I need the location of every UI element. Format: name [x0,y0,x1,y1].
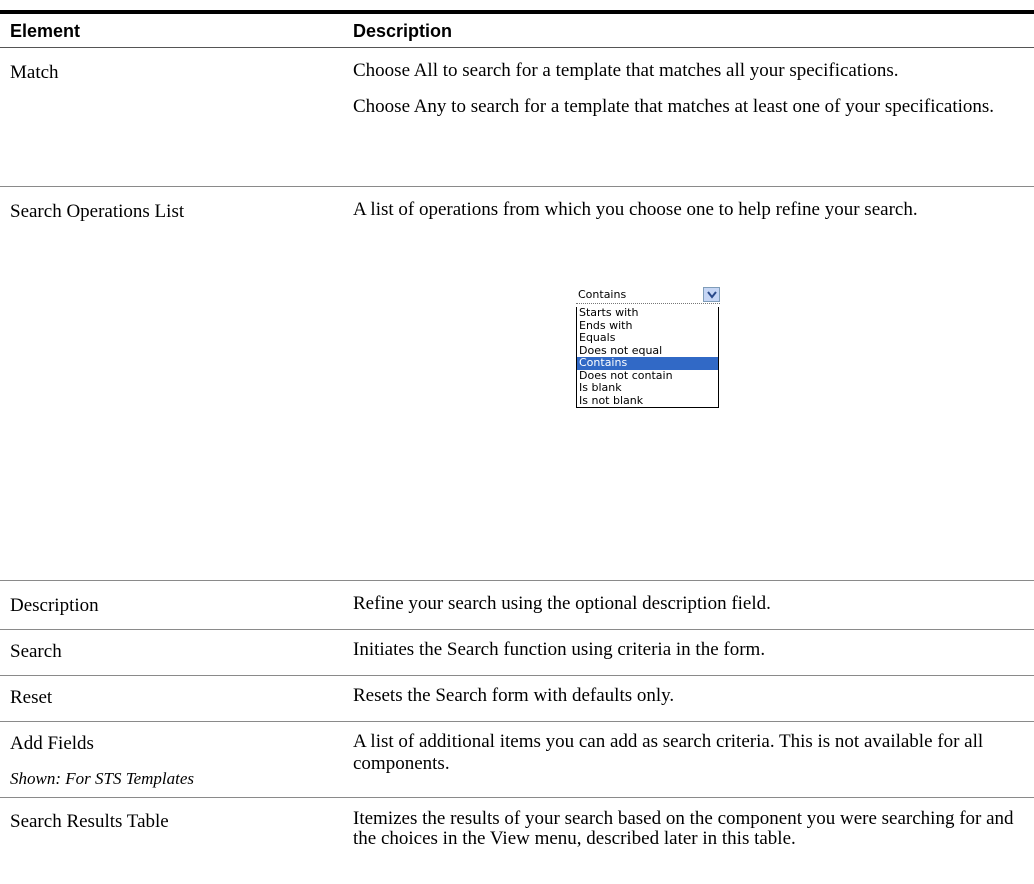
element-cell: Search Results Table [10,811,169,832]
description-paragraph: Choose Any to search for a template that… [353,96,995,117]
operations-options-list: Starts with Ends with Equals Does not eq… [576,306,719,408]
row-rule [0,721,1034,722]
shown-note: Shown: For STS Templates [10,769,195,788]
operation-option-selected[interactable]: Contains [577,356,718,370]
operation-option[interactable]: Is blank [577,381,718,395]
row-rule [0,675,1034,676]
row-rule [0,797,1034,798]
element-cell: Add Fields Shown: For STS Templates [10,731,330,791]
description-cell: Itemizes the results of your search base… [353,809,1023,849]
row-rule [0,186,1034,187]
description-cell: Initiates the Search function using crit… [353,639,1023,661]
description-paragraph: Resets the Search form with defaults onl… [353,685,675,706]
description-paragraph: A list of operations from which you choo… [353,199,918,220]
description-paragraph: Choose All to search for a template that… [353,60,899,81]
element-description-table: Element Description Match Choose All to … [0,0,1034,884]
operation-option[interactable]: Is not blank [577,394,718,408]
description-paragraph: Refine your search using the optional de… [353,593,771,614]
element-name: Add Fields [10,733,94,754]
element-cell: Search [10,641,62,662]
operation-option[interactable]: Starts with [577,306,718,320]
row-rule [0,629,1034,630]
operation-option[interactable]: Equals [577,331,718,345]
description-cell: A list of operations from which you choo… [353,199,1023,221]
element-cell: Search Operations List [10,201,185,222]
table-header-row: Element Description [0,14,1034,48]
element-cell: Match [10,62,59,83]
description-cell: Resets the Search form with defaults onl… [353,685,1023,707]
description-paragraph: Initiates the Search function using crit… [353,639,766,660]
header-rule [0,47,1034,48]
row-rule [0,580,1034,581]
operations-select[interactable]: Contains [576,287,720,304]
description-paragraph: Itemizes the results of your search base… [353,808,1014,849]
element-cell: Reset [10,687,53,708]
description-cell: Choose All to search for a template that… [353,60,1023,118]
dropdown-button[interactable] [703,287,720,302]
search-operations-dropdown: Contains Starts with Ends with Equals Do… [576,287,720,408]
column-header-element: Element [10,21,81,41]
operations-selected-value: Contains [578,288,627,301]
chevron-down-icon [707,291,717,299]
description-cell: Refine your search using the optional de… [353,593,1023,615]
element-cell: Description [10,595,99,616]
column-header-description: Description [353,21,453,41]
description-paragraph: A list of additional items you can add a… [353,731,984,774]
description-cell: A list of additional items you can add a… [353,731,1023,775]
